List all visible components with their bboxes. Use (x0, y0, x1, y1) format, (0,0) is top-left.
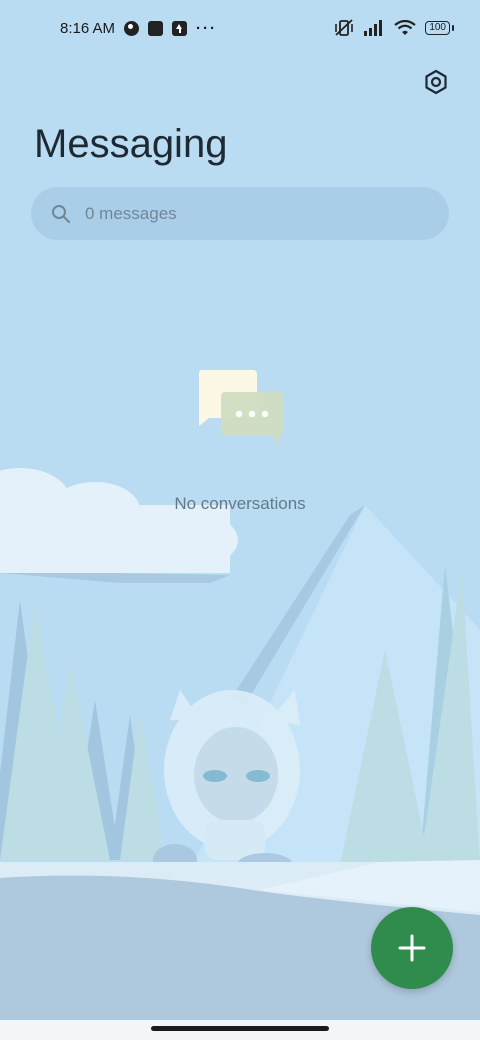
status-time: 8:16 AM (60, 19, 116, 37)
vibrate-off-icon (335, 19, 354, 36)
signal-icon (364, 20, 383, 36)
search-icon (52, 204, 71, 223)
battery-icon: 100 (425, 21, 454, 35)
plus-icon (398, 934, 426, 962)
status-bar-right: 100 (334, 19, 454, 37)
settings-button[interactable] (418, 64, 454, 100)
wifi-icon (394, 20, 416, 35)
search-bar[interactable] (31, 187, 449, 240)
status-bar: 8:16 AM ··· 100 (0, 0, 480, 56)
more-dots-icon: ··· (196, 19, 218, 37)
notification-square-icon (148, 20, 164, 36)
page-title: Messaging (34, 122, 228, 166)
notification-circle-icon (124, 20, 140, 36)
search-input[interactable] (83, 202, 407, 225)
upload-arrow-icon (172, 20, 188, 36)
settings-hexagon-icon (425, 69, 447, 95)
status-bar-left: 8:16 AM ··· (60, 20, 217, 37)
chat-bubbles-icon (198, 370, 283, 446)
home-gesture-handle[interactable] (151, 1026, 329, 1031)
new-conversation-button[interactable] (371, 907, 453, 989)
empty-state-text: No conversations (174, 494, 306, 513)
